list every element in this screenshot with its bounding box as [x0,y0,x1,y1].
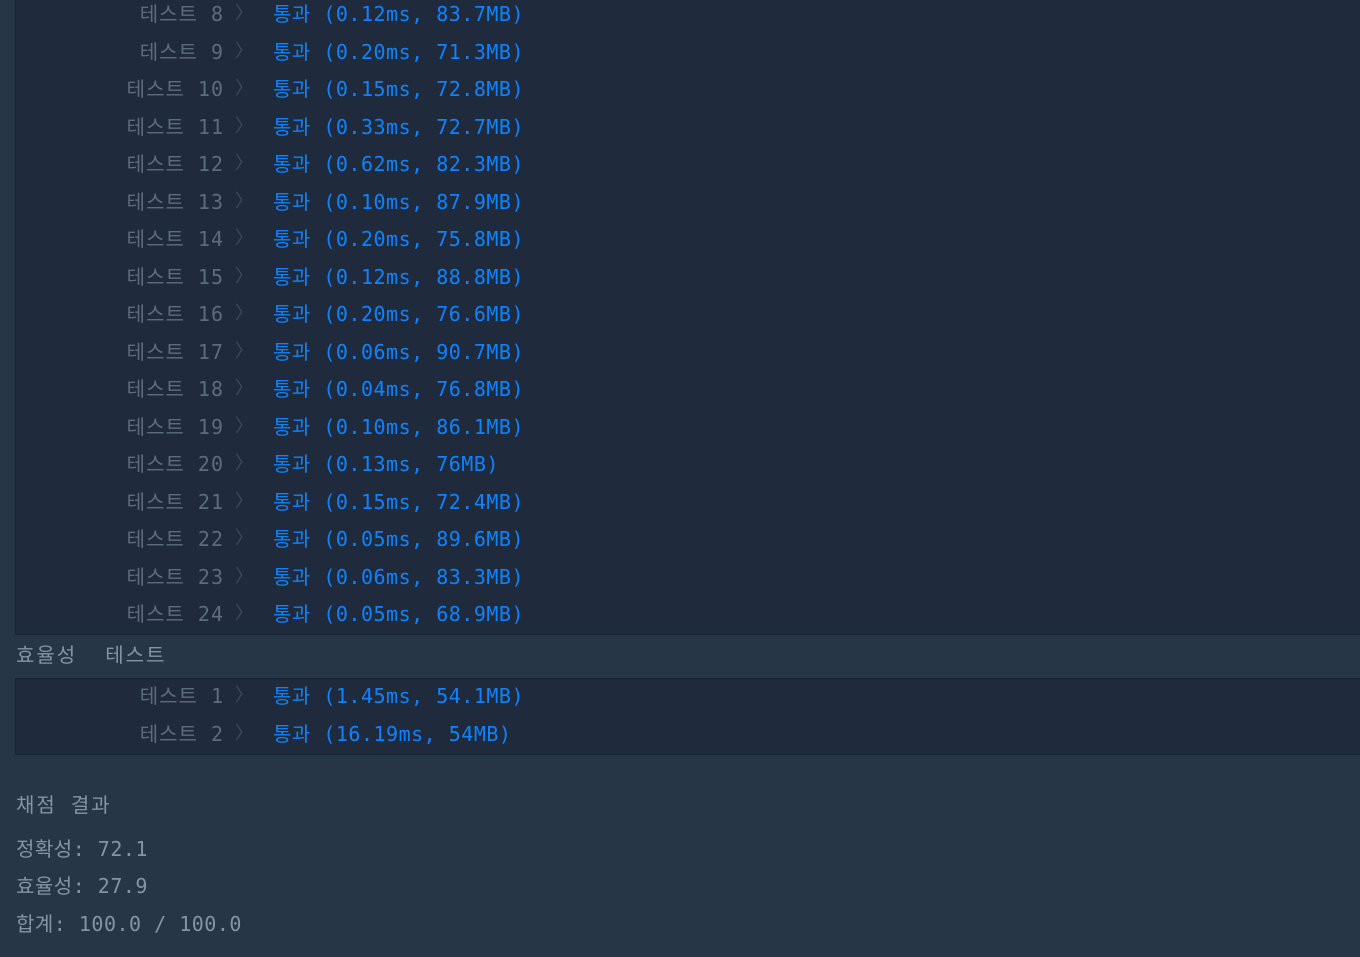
test-result-row: 테스트 13 〉 통과 (0.10ms, 87.9MB) [16,187,616,217]
test-status: 통과 (0.15ms, 72.4MB) [273,489,524,514]
test-label: 테스트 1 [139,684,224,708]
test-result-row: 테스트 16 〉 통과 (0.20ms, 76.6MB) [16,299,616,329]
test-result-row: 테스트 8 〉 통과 (0.12ms, 83.7MB) [16,0,616,29]
test-label: 테스트 23 [126,564,224,589]
test-status: 통과 (0.33ms, 72.7MB) [273,114,524,139]
chevron-right-icon: 〉 [235,603,253,624]
test-label: 테스트 14 [126,227,224,251]
test-label: 테스트 2 [139,721,224,746]
test-label: 테스트 15 [126,264,224,289]
chevron-right-icon: 〉 [235,490,253,512]
test-label: 테스트 20 [126,452,224,476]
test-status: 통과 (0.15ms, 72.8MB) [273,77,524,101]
chevron-right-icon: 〉 [235,378,253,399]
test-status: 통과 (0.10ms, 87.9MB) [273,189,524,214]
test-label: 테스트 22 [126,527,224,551]
test-label: 테스트 11 [126,114,224,139]
test-status: 통과 (0.20ms, 75.8MB) [273,227,524,251]
chevron-right-icon: 〉 [235,265,253,287]
test-status: 통과 (0.06ms, 83.3MB) [273,564,524,589]
chevron-right-icon: 〉 [235,565,253,587]
test-status: 통과 (0.12ms, 88.8MB) [273,264,524,289]
test-status: 통과 (1.45ms, 54.1MB) [273,684,524,708]
grading-result-title: 채점 결과 [16,793,112,817]
test-result-row: 테스트 15 〉 통과 (0.12ms, 88.8MB) [16,262,616,292]
accuracy-score: 정확성: 72.1 [16,837,148,861]
test-result-row: 테스트 12 〉 통과 (0.62ms, 82.3MB) [16,149,616,179]
test-result-row: 테스트 21 〉 통과 (0.15ms, 72.4MB) [16,487,616,517]
chevron-right-icon: 〉 [235,528,253,549]
test-label: 테스트 13 [126,189,224,214]
chevron-right-icon: 〉 [235,722,253,744]
chevron-right-icon: 〉 [235,190,253,212]
chevron-right-icon: 〉 [235,78,253,99]
efficiency-score: 효율성: 27.9 [16,874,148,898]
test-label: 테스트 10 [126,77,224,101]
test-result-row: 테스트 11 〉 통과 (0.33ms, 72.7MB) [16,112,616,142]
chevron-right-icon: 〉 [235,40,253,62]
test-status: 통과 (0.05ms, 89.6MB) [273,527,524,551]
test-label: 테스트 21 [126,489,224,514]
test-status: 통과 (16.19ms, 54MB) [273,721,512,746]
test-result-row: 테스트 17 〉 통과 (0.06ms, 90.7MB) [16,337,616,367]
chevron-right-icon: 〉 [235,228,253,249]
chevron-right-icon: 〉 [235,340,253,362]
test-result-row: 테스트 10 〉 통과 (0.15ms, 72.8MB) [16,74,616,104]
test-label: 테스트 9 [139,39,224,64]
chevron-right-icon: 〉 [235,685,253,706]
chevron-right-icon: 〉 [235,153,253,174]
chevron-right-icon: 〉 [235,415,253,437]
test-label: 테스트 18 [126,377,224,401]
test-status: 통과 (0.62ms, 82.3MB) [273,152,524,176]
chevron-right-icon: 〉 [235,3,253,24]
accuracy-test-results-panel: 테스트 8 〉 통과 (0.12ms, 83.7MB) 테스트 9 〉 통과 (0.20m… [15,0,1360,635]
test-result-row: 테스트 23 〉 통과 (0.06ms, 83.3MB) [16,562,616,592]
test-status: 통과 (0.20ms, 76.6MB) [273,302,524,326]
test-label: 테스트 8 [139,2,224,26]
test-status: 통과 (0.13ms, 76MB) [273,452,499,476]
test-result-row: 테스트 19 〉 통과 (0.10ms, 86.1MB) [16,412,616,442]
test-result-row: 테스트 18 〉 통과 (0.04ms, 76.8MB) [16,374,616,404]
test-label: 테스트 16 [126,302,224,326]
total-score: 합계: 100.0 / 100.0 [16,912,242,936]
test-label: 테스트 17 [126,339,224,364]
chevron-right-icon: 〉 [235,303,253,324]
test-status: 통과 (0.04ms, 76.8MB) [273,377,524,401]
test-result-row: 테스트 2 〉 통과 (16.19ms, 54MB) [16,719,616,749]
test-status: 통과 (0.10ms, 86.1MB) [273,414,524,439]
test-label: 테스트 12 [126,152,224,176]
test-status: 통과 (0.05ms, 68.9MB) [273,602,524,626]
test-status: 통과 (0.06ms, 90.7MB) [273,339,524,364]
test-result-row: 테스트 1 〉 통과 (1.45ms, 54.1MB) [16,681,616,711]
test-result-row: 테스트 24 〉 통과 (0.05ms, 68.9MB) [16,599,616,629]
test-result-row: 테스트 22 〉 통과 (0.05ms, 89.6MB) [16,524,616,554]
chevron-right-icon: 〉 [235,115,253,137]
efficiency-test-results-panel: 테스트 1 〉 통과 (1.45ms, 54.1MB) 테스트 2 〉 통과 (16.19… [15,678,1360,755]
test-result-row: 테스트 9 〉 통과 (0.20ms, 71.3MB) [16,37,616,67]
test-status: 통과 (0.20ms, 71.3MB) [273,39,524,64]
test-result-row: 테스트 20 〉 통과 (0.13ms, 76MB) [16,449,616,479]
test-label: 테스트 19 [126,414,224,439]
test-result-row: 테스트 14 〉 통과 (0.20ms, 75.8MB) [16,224,616,254]
efficiency-section-title: 효율성 테스트 [16,643,167,667]
test-status: 통과 (0.12ms, 83.7MB) [273,2,524,26]
chevron-right-icon: 〉 [235,453,253,474]
test-label: 테스트 24 [126,602,224,626]
